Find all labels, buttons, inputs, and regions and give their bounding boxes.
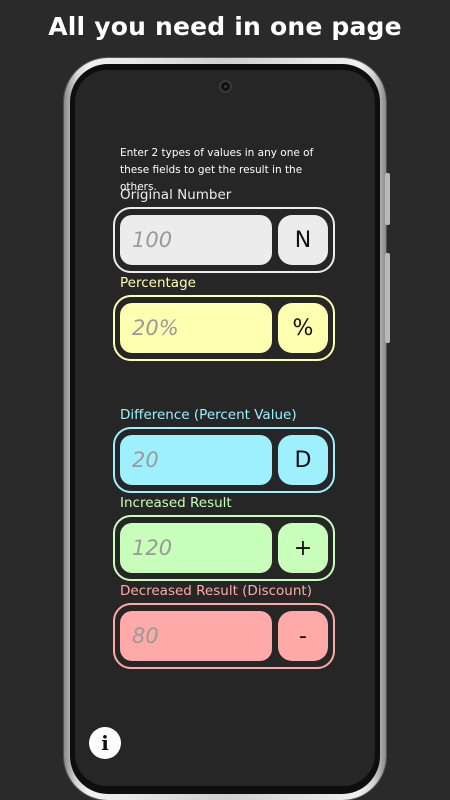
decreased-result-field: - [113,603,335,669]
percentage-label: Percentage [120,275,196,291]
volume-button [385,253,390,343]
original-number-label: Original Number [120,187,232,203]
decreased-result-button[interactable]: - [278,611,328,661]
difference-field: D [113,427,335,493]
info-button[interactable]: i [89,727,121,759]
power-button [385,173,390,225]
phone-frame: Enter 2 types of values in any one of th… [64,58,390,800]
original-number-button[interactable]: N [278,215,328,265]
increased-result-button[interactable]: + [278,523,328,573]
increased-result-field: + [113,515,335,581]
original-number-input[interactable] [120,215,272,265]
increased-result-label: Increased Result [120,495,232,511]
original-number-field: N [113,207,335,273]
difference-label: Difference (Percent Value) [120,407,297,423]
decreased-result-input[interactable] [120,611,272,661]
percentage-button[interactable]: % [278,303,328,353]
page-headline: All you need in one page [48,12,402,41]
percentage-input[interactable] [120,303,272,353]
decreased-result-label: Decreased Result (Discount) [120,583,312,599]
increased-result-input[interactable] [120,523,272,573]
difference-button[interactable]: D [278,435,328,485]
front-camera-icon [219,80,232,93]
app-screen: Enter 2 types of values in any one of th… [75,70,375,786]
percentage-field: % [113,295,335,361]
difference-input[interactable] [120,435,272,485]
